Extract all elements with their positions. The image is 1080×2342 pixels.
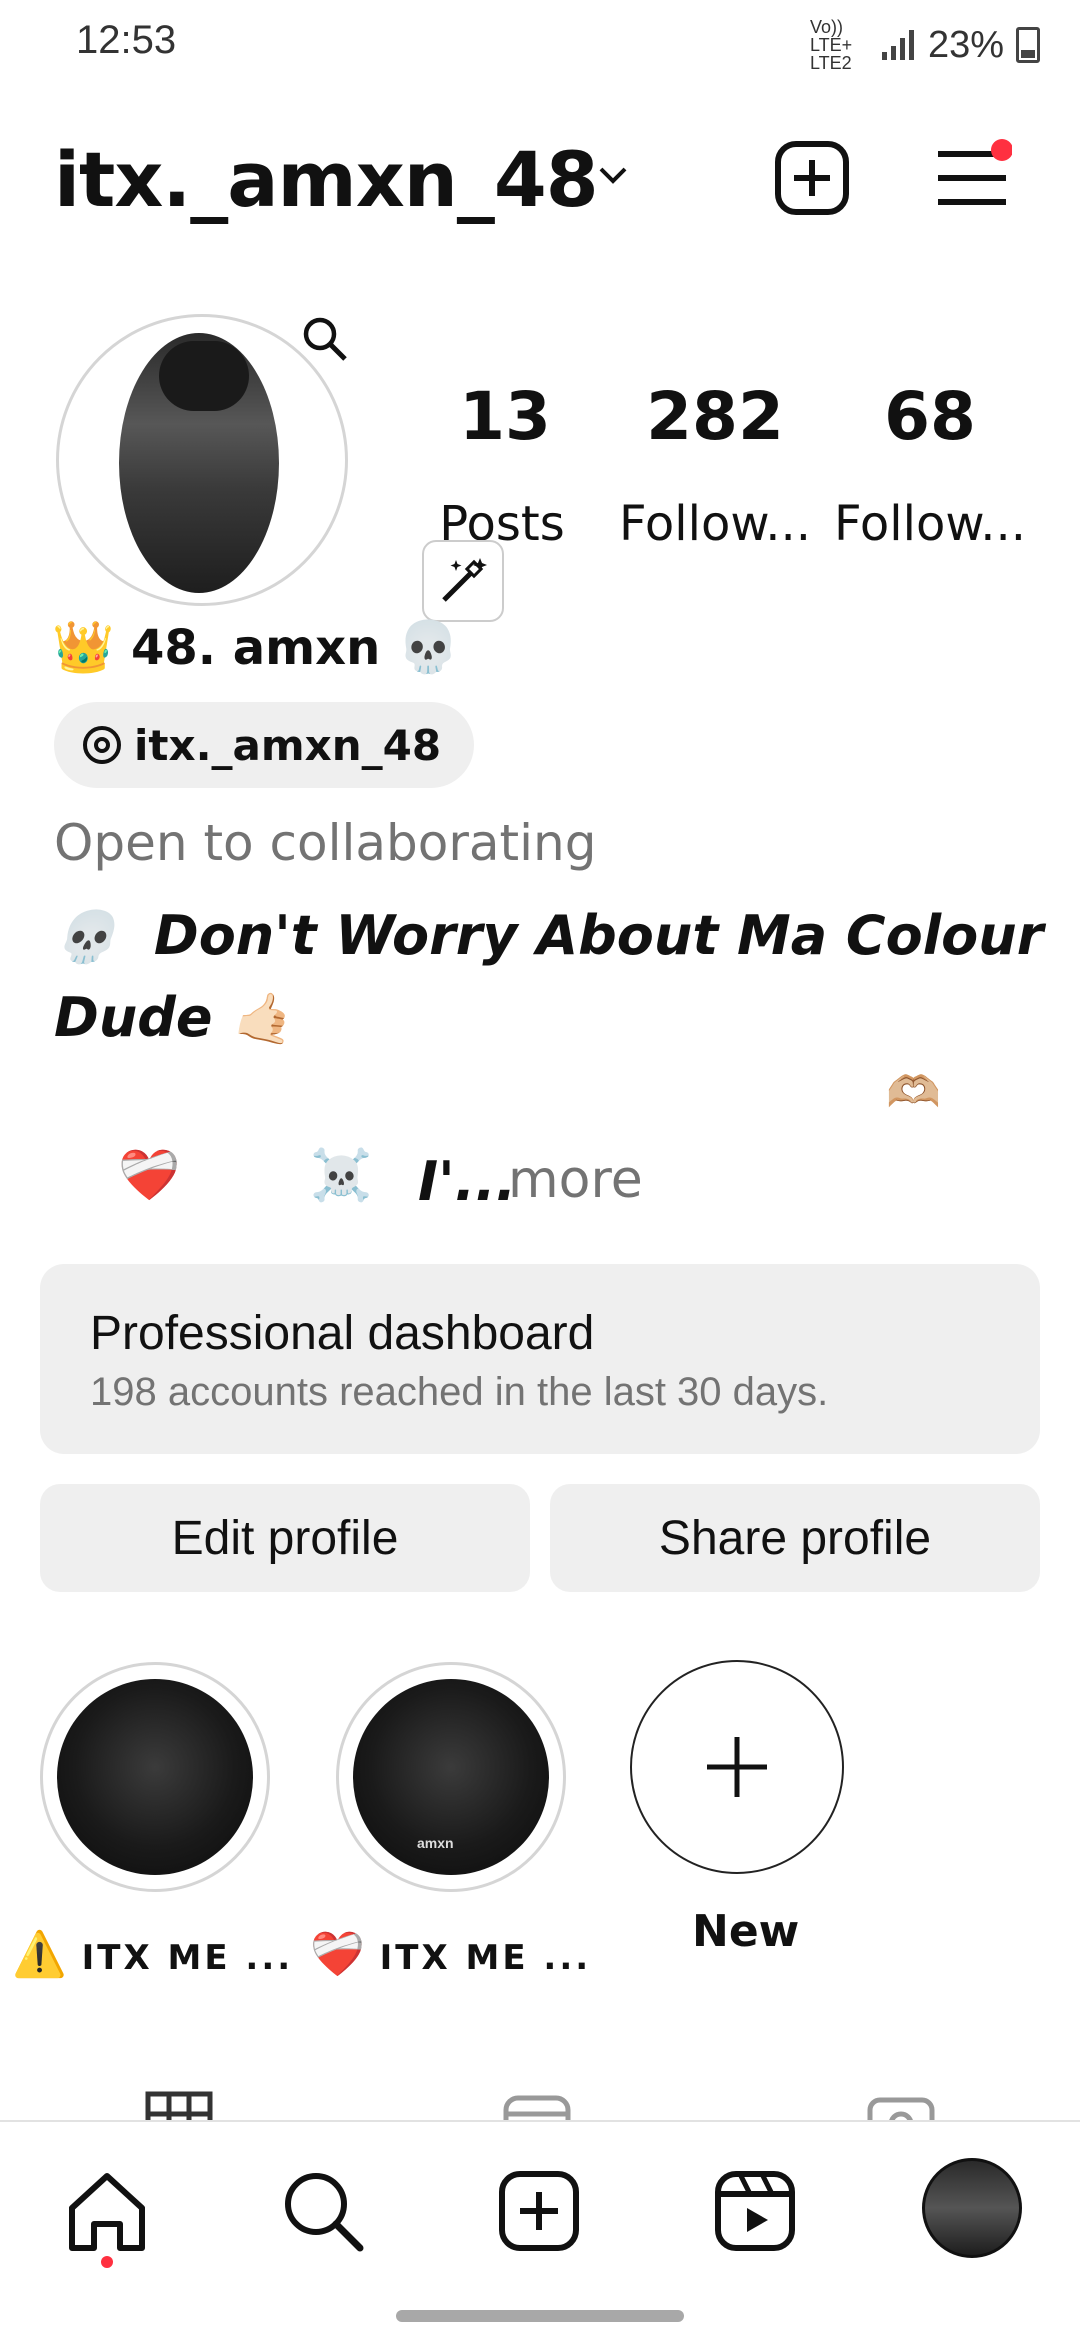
avatar-photo <box>119 333 279 593</box>
profile-display-name: 👑 48. amxn 💀 <box>52 618 459 677</box>
dashboard-subtitle: 198 accounts reached in the last 30 days… <box>90 1370 829 1414</box>
tagged-tab-icon[interactable] <box>866 2086 936 2122</box>
highlight-label-2: ❤️‍🩹 ITX ME ... <box>310 1928 591 1980</box>
edit-profile-button[interactable]: Edit profile <box>40 1484 530 1592</box>
bio-more-link[interactable]: more <box>508 1150 643 1210</box>
mending-heart-emoji: ❤️‍🩹 <box>118 1147 181 1203</box>
dashboard-title: Professional dashboard <box>90 1307 595 1360</box>
bio-text-1: Don't Worry About Ma Colour <box>153 904 1044 967</box>
new-post-icon[interactable] <box>772 138 852 218</box>
battery-icon <box>1016 27 1040 63</box>
bio-line-3: I'... <box>418 1150 517 1213</box>
network-label: Vo)) LTE+ LTE2 <box>809 17 853 73</box>
professional-dashboard[interactable]: Professional dashboard 198 accounts reac… <box>40 1264 1040 1454</box>
mending-heart-emoji: ❤️‍🩹 <box>310 1929 365 1980</box>
bio-line-1: 💀 Don't Worry About Ma Colour <box>54 904 1043 967</box>
skull-crossbones-emoji: ☠️ <box>310 1147 373 1203</box>
grid-tab-icon[interactable] <box>144 2086 214 2122</box>
profile-category: Open to collaborating <box>54 814 597 872</box>
reels-icon[interactable] <box>710 2166 800 2256</box>
create-icon[interactable] <box>494 2166 584 2256</box>
signal-icon <box>881 30 914 60</box>
highlight-cover <box>57 1679 253 1875</box>
story-highlight-1[interactable] <box>40 1662 270 1892</box>
highlight-label-text: ITX ME ... <box>81 1938 294 1978</box>
bio-text-2: Dude <box>54 986 213 1049</box>
reels-tab-icon[interactable] <box>502 2086 572 2122</box>
skull-emoji: 💀 <box>396 618 460 676</box>
crown-emoji: 👑 <box>52 618 115 676</box>
posts-count[interactable]: 13 <box>405 378 605 455</box>
new-highlight-button[interactable] <box>630 1660 844 1874</box>
new-highlight-label: New <box>692 1906 800 1957</box>
status-time: 12:53 <box>76 18 177 62</box>
followers-label[interactable]: Follow... <box>615 496 815 552</box>
highlight-label-1: ⚠️ ITX ME ... <box>12 1928 293 1980</box>
bottom-nav <box>0 2120 1080 2342</box>
menu-icon[interactable] <box>932 138 1012 218</box>
skull-emoji: 💀 <box>54 908 117 966</box>
highlight-label-text: ITX ME ... <box>379 1938 592 1978</box>
chevron-down-icon[interactable] <box>596 158 630 192</box>
threads-icon <box>83 726 121 764</box>
search-icon[interactable] <box>300 314 350 364</box>
following-count[interactable]: 68 <box>830 378 1030 455</box>
story-highlight-2[interactable]: amxn <box>336 1662 566 1892</box>
magic-wand-button[interactable] <box>422 540 504 622</box>
status-indicators: Vo)) LTE+ LTE2 23% <box>810 18 1040 72</box>
warning-emoji: ⚠️ <box>12 1929 67 1980</box>
call-me-hand-emoji: 🤙🏻 <box>231 990 294 1048</box>
battery-percent: 23% <box>927 23 1004 66</box>
avatar-head <box>159 341 249 411</box>
explore-icon[interactable] <box>278 2166 368 2256</box>
highlight-overlay-text: amxn <box>417 1835 454 1851</box>
gesture-home-bar <box>396 2310 684 2322</box>
profile-username[interactable]: itx._amxn_48 <box>54 135 599 224</box>
display-name-text: 48. amxn <box>130 620 381 676</box>
threads-handle: itx._amxn_48 <box>134 720 442 770</box>
bio-line-2: Dude 🤙🏻 <box>54 986 294 1049</box>
share-profile-button[interactable]: Share profile <box>550 1484 1040 1592</box>
following-label[interactable]: Follow... <box>830 496 1030 552</box>
profile-avatar-icon[interactable] <box>922 2158 1022 2258</box>
followers-count[interactable]: 282 <box>615 378 815 455</box>
threads-badge[interactable]: itx._amxn_48 <box>54 702 474 788</box>
home-notification-dot <box>101 2256 113 2268</box>
heart-hands-emoji: 🫶🏼 <box>886 1068 941 1117</box>
home-icon[interactable] <box>62 2166 152 2256</box>
magic-wand-icon <box>442 558 487 602</box>
plus-icon <box>707 1737 767 1797</box>
